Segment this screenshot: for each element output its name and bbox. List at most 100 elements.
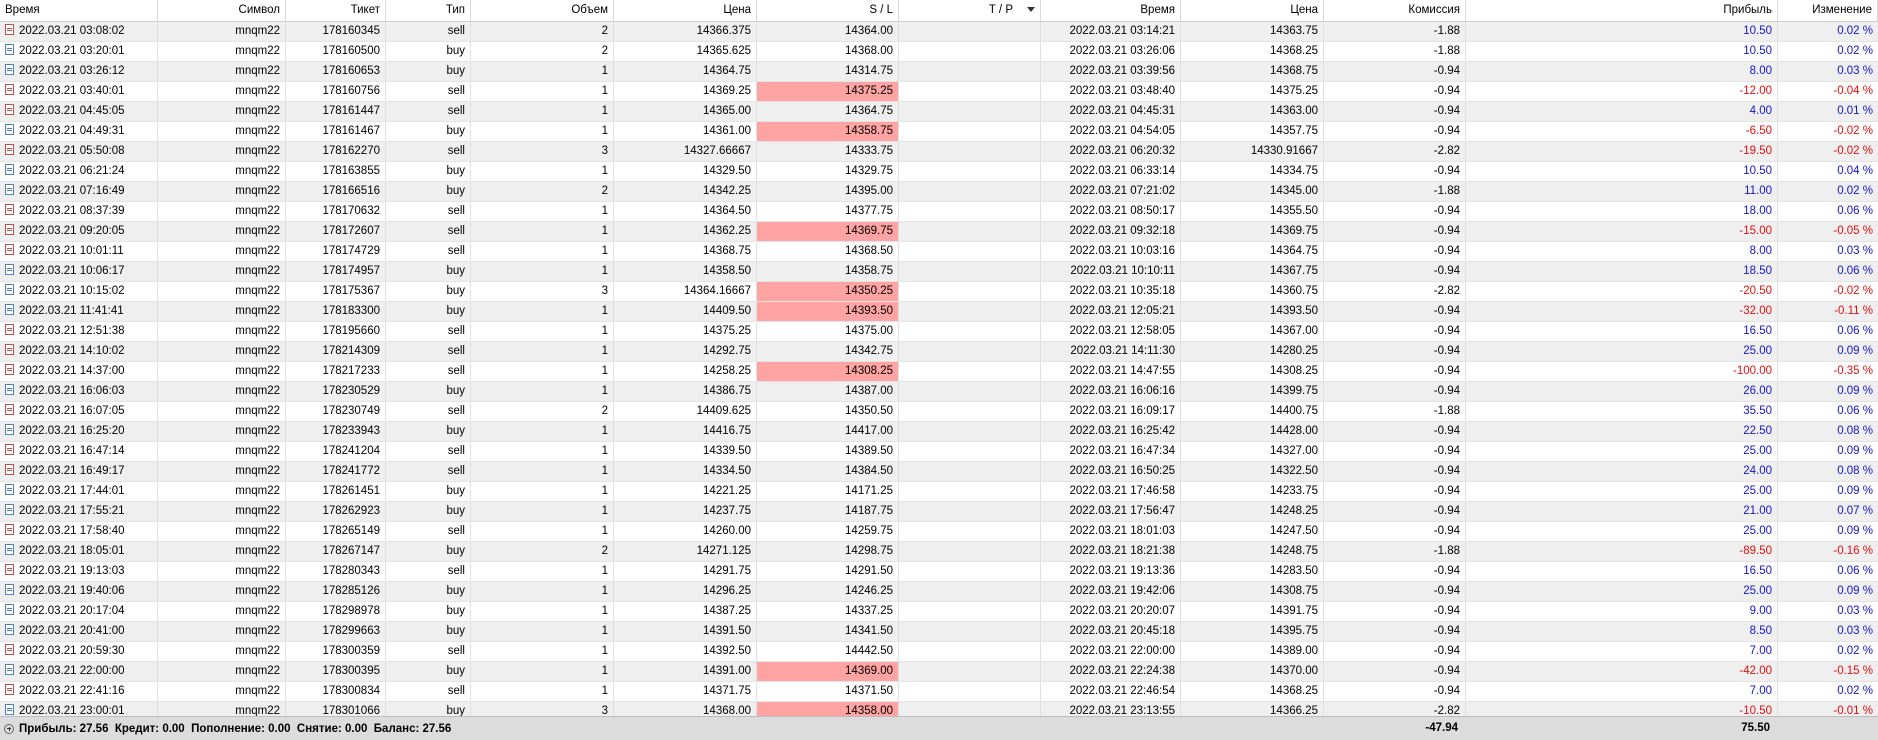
cell-close-price: 14368.25 — [1181, 682, 1324, 701]
table-row[interactable]: 2022.03.21 10:15:02 mnqm22 178175367 buy 3 14… — [0, 282, 1878, 302]
cell-commission-text: -0.94 — [1433, 365, 1460, 377]
cell-stop-loss: 14393.50 — [757, 302, 899, 321]
table-row[interactable]: 2022.03.21 03:26:12 mnqm22 178160653 buy 1 14… — [0, 62, 1878, 82]
cell-change: 0.02 % — [1778, 22, 1878, 41]
col-header-tp[interactable]: T / P — [899, 0, 1041, 21]
cell-open-time: 2022.03.21 19:40:06 — [0, 582, 158, 601]
cell-open-price: 14365.00 — [614, 102, 757, 121]
plus-circle-icon[interactable] — [4, 723, 14, 734]
table-row[interactable]: 2022.03.21 20:41:00 mnqm22 178299663 buy 1 14… — [0, 622, 1878, 642]
table-row[interactable]: 2022.03.21 12:51:38 mnqm22 178195660 sell 1 1… — [0, 322, 1878, 342]
table-row[interactable]: 2022.03.21 03:40:01 mnqm22 178160756 sell 1 1… — [0, 82, 1878, 102]
cell-type-text: sell — [447, 685, 465, 697]
cell-ticket-text: 178160500 — [322, 45, 380, 57]
col-header-close-price[interactable]: Цена — [1181, 0, 1324, 21]
col-header-change[interactable]: Изменение — [1778, 0, 1878, 21]
cell-stop-loss: 14350.25 — [757, 282, 899, 301]
cell-stop-loss: 14341.50 — [757, 622, 899, 641]
cell-ticket: 178261451 — [286, 482, 386, 501]
table-row[interactable]: 2022.03.21 14:10:02 mnqm22 178214309 sell 1 1… — [0, 342, 1878, 362]
cell-open-time-text: 2022.03.21 10:01:11 — [19, 245, 124, 257]
table-row[interactable]: 2022.03.21 19:13:03 mnqm22 178280343 sell 1 1… — [0, 562, 1878, 582]
col-header-close-time[interactable]: Время — [1041, 0, 1181, 21]
cell-open-time-text: 2022.03.21 05:50:08 — [19, 145, 125, 157]
table-row[interactable]: 2022.03.21 14:37:00 mnqm22 178217233 sell 1 1… — [0, 362, 1878, 382]
table-row[interactable]: 2022.03.21 04:49:31 mnqm22 178161467 buy 1 14… — [0, 122, 1878, 142]
col-header-open-time[interactable]: Время — [0, 0, 158, 21]
cell-volume-text: 1 — [601, 225, 608, 237]
table-row[interactable]: 2022.03.21 17:58:40 mnqm22 178265149 sell 1 1… — [0, 522, 1878, 542]
cell-open-price-text: 14364.50 — [703, 205, 751, 217]
cell-open-time: 2022.03.21 17:58:40 — [0, 522, 158, 541]
cell-open-time-text: 2022.03.21 03:20:01 — [19, 45, 125, 57]
table-row[interactable]: 2022.03.21 05:50:08 mnqm22 178162270 sell 3 1… — [0, 142, 1878, 162]
cell-symbol-text: mnqm22 — [235, 485, 280, 497]
table-row[interactable]: 2022.03.21 08:37:39 mnqm22 178170632 sell 1 1… — [0, 202, 1878, 222]
table-row[interactable]: 2022.03.21 17:55:21 mnqm22 178262923 buy 1 14… — [0, 502, 1878, 522]
col-header-symbol[interactable]: Символ — [158, 0, 286, 21]
table-row[interactable]: 2022.03.21 22:00:00 mnqm22 178300395 buy 1 14… — [0, 662, 1878, 682]
cell-symbol: mnqm22 — [158, 662, 286, 681]
table-row[interactable]: 2022.03.21 06:21:24 mnqm22 178163855 buy 1 14… — [0, 162, 1878, 182]
cell-type: buy — [386, 542, 471, 561]
col-header-volume[interactable]: Объем — [471, 0, 614, 21]
cell-open-time-text: 2022.03.21 14:10:02 — [19, 345, 125, 357]
table-row[interactable]: 2022.03.21 16:06:03 mnqm22 178230529 buy 1 14… — [0, 382, 1878, 402]
table-row[interactable]: 2022.03.21 19:40:06 mnqm22 178285126 buy 1 14… — [0, 582, 1878, 602]
cell-profit: -32.00 — [1466, 302, 1778, 321]
table-row[interactable]: 2022.03.21 16:07:05 mnqm22 178230749 sell 2 1… — [0, 402, 1878, 422]
table-row[interactable]: 2022.03.21 11:41:41 mnqm22 178183300 buy 1 14… — [0, 302, 1878, 322]
cell-commission-text: -0.94 — [1433, 345, 1460, 357]
col-header-type[interactable]: Тип — [386, 0, 471, 21]
col-header-open-price[interactable]: Цена — [614, 0, 757, 21]
table-row[interactable]: 2022.03.21 17:44:01 mnqm22 178261451 buy 1 14… — [0, 482, 1878, 502]
cell-change: -0.15 % — [1778, 662, 1878, 681]
cell-symbol: mnqm22 — [158, 542, 286, 561]
cell-ticket: 178161447 — [286, 102, 386, 121]
cell-stop-loss-text: 14259.75 — [845, 525, 893, 537]
table-row[interactable]: 2022.03.21 20:17:04 mnqm22 178298978 buy 1 14… — [0, 602, 1878, 622]
cell-open-time: 2022.03.21 14:37:00 — [0, 362, 158, 381]
cell-open-time-text: 2022.03.21 19:13:03 — [19, 565, 125, 577]
cell-take-profit — [899, 422, 1041, 441]
table-row[interactable]: 2022.03.21 20:59:30 mnqm22 178300359 sell 1 1… — [0, 642, 1878, 662]
cell-symbol: mnqm22 — [158, 242, 286, 261]
cell-close-time: 2022.03.21 12:05:21 — [1041, 302, 1181, 321]
col-header-commission[interactable]: Комиссия — [1324, 0, 1466, 21]
cell-volume-text: 1 — [601, 625, 608, 637]
table-row[interactable]: 2022.03.21 16:49:17 mnqm22 178241772 sell 1 1… — [0, 462, 1878, 482]
cell-symbol: mnqm22 — [158, 142, 286, 161]
col-header-ticket[interactable]: Тикет — [286, 0, 386, 21]
table-row[interactable]: 2022.03.21 16:47:14 mnqm22 178241204 sell 1 1… — [0, 442, 1878, 462]
cell-volume-text: 1 — [601, 165, 608, 177]
cell-stop-loss-text: 14246.25 — [845, 585, 893, 597]
cell-close-price-text: 14247.50 — [1270, 525, 1318, 537]
cell-change: -0.02 % — [1778, 142, 1878, 161]
cell-profit: -19.50 — [1466, 142, 1778, 161]
cell-ticket: 178172607 — [286, 222, 386, 241]
sort-down-arrow-icon[interactable] — [1027, 7, 1035, 12]
cell-take-profit — [899, 322, 1041, 341]
col-header-sl[interactable]: S / L — [757, 0, 899, 21]
table-row[interactable]: 2022.03.21 03:20:01 mnqm22 178160500 buy 2 14… — [0, 42, 1878, 62]
col-header-profit[interactable]: Прибыль — [1466, 0, 1778, 21]
cell-open-time: 2022.03.21 11:41:41 — [0, 302, 158, 321]
table-row[interactable]: 2022.03.21 22:41:16 mnqm22 178300834 sell 1 1… — [0, 682, 1878, 702]
cell-close-price: 14360.75 — [1181, 282, 1324, 301]
table-row[interactable]: 2022.03.21 07:16:49 mnqm22 178166516 buy 2 14… — [0, 182, 1878, 202]
cell-commission: -1.88 — [1324, 22, 1466, 41]
document-red-icon — [5, 404, 14, 415]
table-row[interactable]: 2022.03.21 18:05:01 mnqm22 178267147 buy 2 14… — [0, 542, 1878, 562]
table-row[interactable]: 2022.03.21 16:25:20 mnqm22 178233943 buy 1 14… — [0, 422, 1878, 442]
cell-type: buy — [386, 262, 471, 281]
table-row[interactable]: 2022.03.21 10:01:11 mnqm22 178174729 sell 1 1… — [0, 242, 1878, 262]
table-row[interactable]: 2022.03.21 03:08:02 mnqm22 178160345 sell 2 1… — [0, 22, 1878, 42]
cell-close-time-text: 2022.03.21 04:54:05 — [1069, 125, 1175, 137]
cell-commission: -0.94 — [1324, 202, 1466, 221]
cell-volume: 1 — [471, 562, 614, 581]
table-row[interactable]: 2022.03.21 04:45:05 mnqm22 178161447 sell 1 1… — [0, 102, 1878, 122]
table-row[interactable]: 2022.03.21 10:06:17 mnqm22 178174957 buy 1 14… — [0, 262, 1878, 282]
cell-volume-text: 2 — [601, 45, 608, 57]
table-row[interactable]: 2022.03.21 09:20:05 mnqm22 178172607 sell 1 1… — [0, 222, 1878, 242]
history-table: Время Символ Тикет Тип Объем Цена S / L … — [0, 0, 1878, 722]
